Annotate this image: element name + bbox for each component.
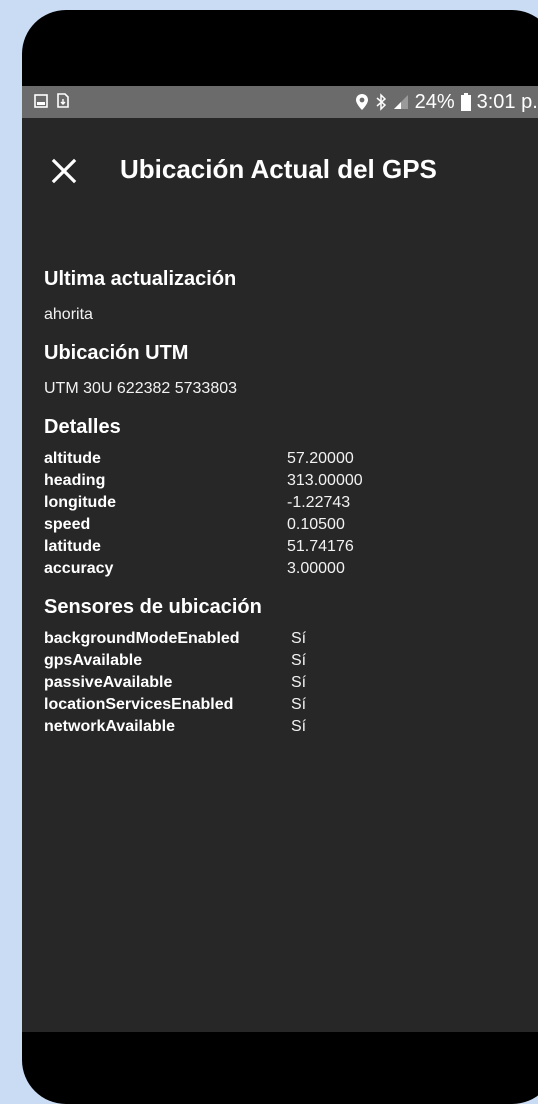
close-icon[interactable] bbox=[48, 155, 80, 187]
sensor-key: networkAvailable bbox=[44, 718, 176, 735]
details-value: 51.74176 bbox=[287, 538, 354, 555]
details-row: longitude -1.22743 bbox=[44, 492, 538, 514]
details-row: heading 313.00000 bbox=[44, 470, 538, 492]
sensor-row: passiveAvailable Sí bbox=[44, 672, 538, 694]
details-title: Detalles bbox=[44, 416, 121, 438]
status-right-area: 24% 3:01 p.m. bbox=[355, 86, 538, 118]
location-pin-icon bbox=[355, 93, 369, 111]
sensor-row: backgroundModeEnabled Sí bbox=[44, 628, 538, 650]
page-title: Ubicación Actual del GPS bbox=[120, 154, 437, 184]
details-value: -1.22743 bbox=[287, 494, 351, 511]
download-icon bbox=[56, 93, 70, 109]
details-value: 0.10500 bbox=[287, 516, 345, 533]
bluetooth-icon bbox=[375, 93, 387, 111]
status-bar: 24% 3:01 p.m. bbox=[22, 86, 538, 118]
details-value: 57.20000 bbox=[287, 450, 354, 467]
sensor-row: gpsAvailable Sí bbox=[44, 650, 538, 672]
sensor-value: Sí bbox=[291, 674, 307, 691]
last-update-value: ahorita bbox=[44, 306, 93, 323]
phone-frame: 24% 3:01 p.m. Ubicación Actual del GPS U… bbox=[22, 10, 538, 1104]
sensor-key: backgroundModeEnabled bbox=[44, 630, 240, 647]
clock: 3:01 p.m. bbox=[476, 90, 538, 113]
details-key: accuracy bbox=[44, 560, 114, 577]
details-list: altitude 57.20000 heading 313.00000 long… bbox=[44, 448, 538, 580]
details-row: speed 0.10500 bbox=[44, 514, 538, 536]
sensors-list: backgroundModeEnabled Sí gpsAvailable Sí… bbox=[44, 628, 538, 738]
sensor-key: gpsAvailable bbox=[44, 652, 143, 669]
sensor-value: Sí bbox=[291, 696, 307, 713]
utm-title: Ubicación UTM bbox=[44, 342, 189, 364]
sensor-value: Sí bbox=[291, 630, 307, 647]
utm-value: UTM 30U 622382 5733803 bbox=[44, 380, 238, 397]
sensor-value: Sí bbox=[291, 718, 307, 735]
last-update-title: Ultima actualización bbox=[44, 268, 237, 290]
sensors-title: Sensores de ubicación bbox=[44, 596, 262, 618]
details-row: latitude 51.74176 bbox=[44, 536, 538, 558]
sensor-row: locationServicesEnabled Sí bbox=[44, 694, 538, 716]
close-button[interactable] bbox=[48, 155, 80, 187]
app-bar: Ubicación Actual del GPS bbox=[22, 118, 538, 222]
details-key: longitude bbox=[44, 494, 116, 511]
details-value: 3.00000 bbox=[287, 560, 345, 577]
signal-icon bbox=[393, 94, 409, 110]
details-value: 313.00000 bbox=[287, 472, 363, 489]
details-key: heading bbox=[44, 472, 106, 489]
details-row: accuracy 3.00000 bbox=[44, 558, 538, 580]
sensor-key: locationServicesEnabled bbox=[44, 696, 234, 713]
details-row: altitude 57.20000 bbox=[44, 448, 538, 470]
content-area: Ultima actualización ahorita Ubicación U… bbox=[44, 266, 538, 752]
battery-icon bbox=[460, 93, 471, 111]
sensor-key: passiveAvailable bbox=[44, 674, 173, 691]
gps-location-screen: Ubicación Actual del GPS Ultima actualiz… bbox=[22, 118, 538, 1032]
sensor-row: networkAvailable Sí bbox=[44, 716, 538, 738]
details-key: latitude bbox=[44, 538, 101, 555]
image-icon bbox=[34, 94, 48, 108]
details-key: altitude bbox=[44, 450, 101, 467]
details-key: speed bbox=[44, 516, 91, 533]
battery-percent: 24% bbox=[414, 90, 455, 113]
sensor-value: Sí bbox=[291, 652, 307, 669]
status-left-icons bbox=[34, 93, 70, 109]
